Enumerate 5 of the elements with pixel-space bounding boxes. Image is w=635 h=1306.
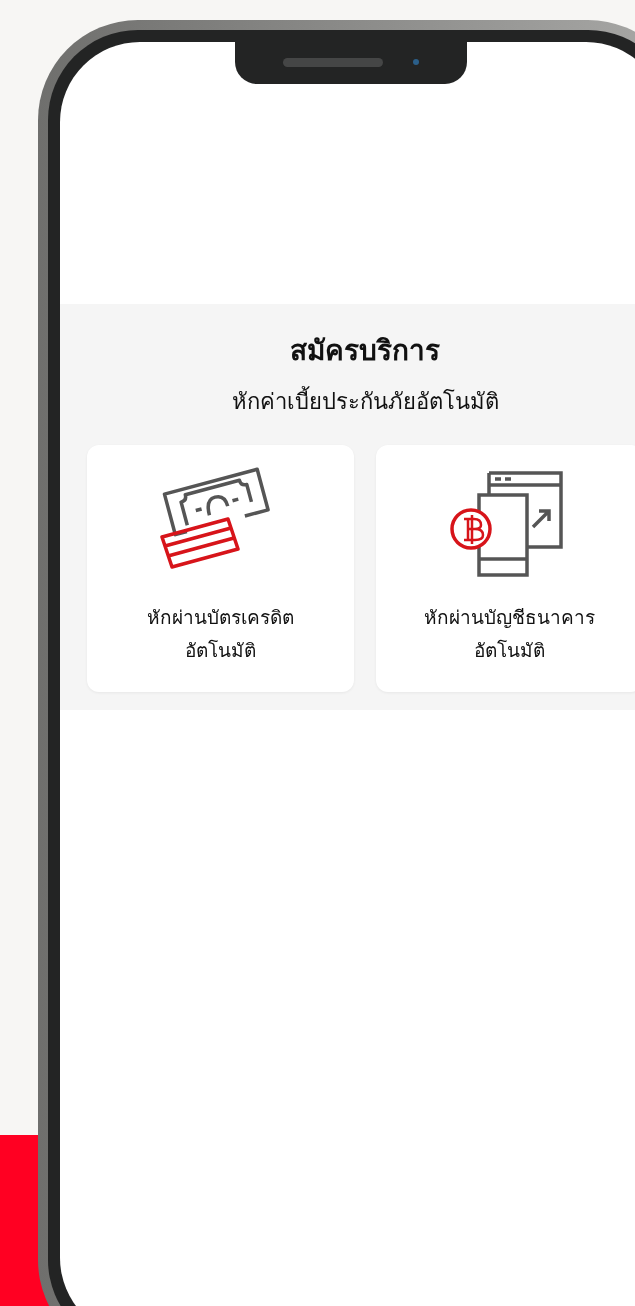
payment-option-card[interactable]: หักผ่านบัญชีธนาคาร อัตโนมัติ	[376, 445, 635, 692]
payment-option-card[interactable]: หักผ่านบัตรเครดิต อัตโนมัติ	[87, 445, 354, 692]
camera-dot	[413, 59, 419, 65]
section-title: สมัครบริการ	[289, 333, 441, 369]
section-subtitle: หักค่าเบี้ยประกันภัยอัตโนมัติ	[87, 384, 635, 419]
